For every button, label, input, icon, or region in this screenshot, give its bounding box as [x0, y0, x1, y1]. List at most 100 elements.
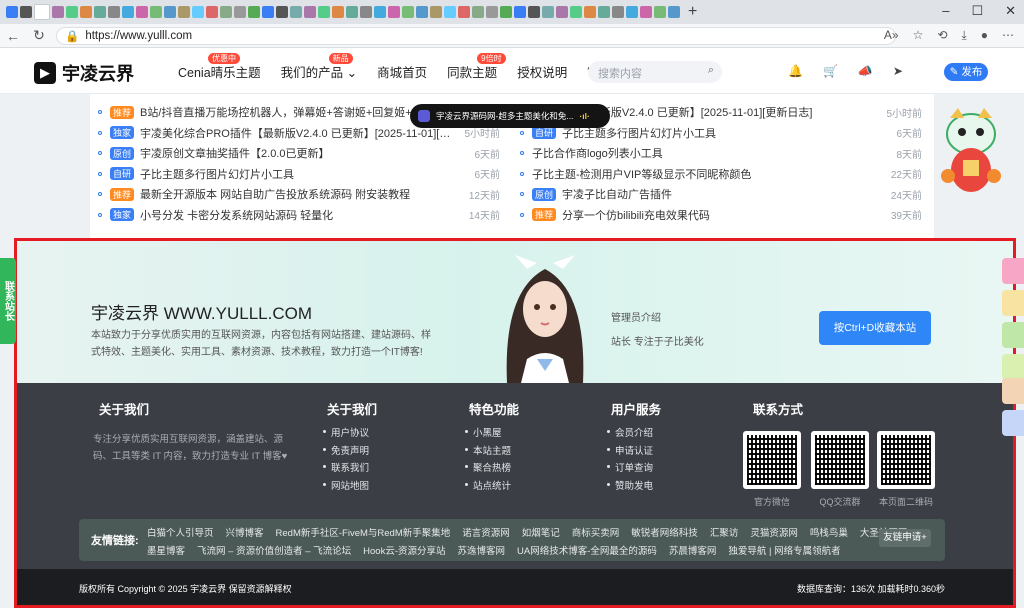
browser-tab[interactable] [192, 6, 204, 18]
browser-tab[interactable] [248, 6, 260, 18]
browser-tab-strip[interactable]: + [0, 0, 1024, 24]
post-title[interactable]: 宇凌子比自动广告插件 [562, 186, 885, 202]
contact-admin-side-button[interactable]: 联系站长 [0, 258, 16, 344]
browser-tab[interactable] [122, 6, 134, 18]
browser-tab[interactable] [318, 6, 330, 18]
browser-tab[interactable] [360, 6, 372, 18]
footer-link[interactable]: 会员介绍 [607, 425, 653, 443]
browser-tab[interactable] [388, 6, 400, 18]
nav-item-mall[interactable]: 商城首页 [377, 62, 427, 81]
minimize-button[interactable]: – [942, 3, 949, 19]
footer-link[interactable]: 免责声明 [323, 443, 369, 461]
browser-tab[interactable] [276, 6, 288, 18]
list-item[interactable]: 原创 宇凌子比自动广告插件 24天前 [520, 184, 922, 205]
footer-link[interactable]: 订单查询 [607, 460, 653, 478]
browser-tab[interactable] [486, 6, 498, 18]
bookmark-button[interactable]: 按Ctrl+D收藏本站 [819, 311, 931, 345]
browser-tab[interactable] [220, 6, 232, 18]
profile-icon[interactable]: ● [981, 28, 988, 43]
browser-tab[interactable] [612, 6, 624, 18]
nav-item-license[interactable]: 授权说明 [517, 62, 567, 81]
post-title[interactable]: 分享一个仿bilibili充电效果代码 [562, 207, 885, 223]
friend-link[interactable]: UA网络技术博客-全网最全的源码 [517, 543, 657, 557]
list-item[interactable]: 原创 宇凌原创文章抽奖插件【2.0.0已更新】 6天前 [98, 143, 500, 164]
music-toast[interactable]: 宇凌云界源码网-超多主题美化和免... ·ıl· [410, 104, 610, 128]
browser-tab[interactable] [556, 6, 568, 18]
browser-tab[interactable] [584, 6, 596, 18]
cart-icon[interactable]: 🛒 [823, 64, 838, 78]
footer-link[interactable]: 聚合热榜 [465, 460, 511, 478]
browser-tab[interactable] [598, 6, 610, 18]
browser-tab[interactable] [52, 6, 64, 18]
browser-tab[interactable] [108, 6, 120, 18]
friend-link[interactable]: 敏锐者网络科技 [631, 525, 698, 539]
browser-tab[interactable] [94, 6, 106, 18]
footer-link[interactable]: 赞助发电 [607, 478, 653, 496]
friend-link[interactable]: Hook云-资源分享站 [363, 543, 445, 557]
browser-tab[interactable] [178, 6, 190, 18]
download-icon[interactable]: ⤓ [961, 28, 966, 43]
browser-tab[interactable] [66, 6, 78, 18]
browser-tab[interactable] [500, 6, 512, 18]
post-title[interactable]: 最新全开源版本 网站自助广告投放系统源码 附安装教程 [140, 186, 463, 202]
friend-link[interactable]: 独爱导航 | 网络专属领航者 [728, 543, 840, 557]
browser-tab[interactable] [570, 6, 582, 18]
menu-icon[interactable]: ⋯ [1002, 28, 1014, 43]
list-item[interactable]: 推荐 分享一个仿bilibili充电效果代码 39天前 [520, 205, 922, 226]
side-float-button[interactable] [1002, 290, 1024, 316]
friend-link[interactable]: 白猫个人引导页 [147, 525, 214, 539]
publish-button[interactable]: ✎ 发布 [944, 63, 988, 81]
browser-tab[interactable] [346, 6, 358, 18]
side-float-button[interactable] [1002, 258, 1024, 284]
new-tab-button[interactable]: + [688, 3, 697, 21]
friend-link[interactable]: 鸣栈鸟巢 [810, 525, 848, 539]
post-title[interactable]: 子比合作商logo列表小工具 [532, 145, 890, 161]
friend-link[interactable]: 墨星博客 [147, 543, 185, 557]
friend-link[interactable]: 苏晨博客网 [669, 543, 717, 557]
browser-tab[interactable] [444, 6, 456, 18]
footer-link[interactable]: 联系我们 [323, 460, 369, 478]
browser-tab[interactable] [290, 6, 302, 18]
search-icon[interactable]: ⌕ [708, 64, 714, 77]
footer-link[interactable]: 用户协议 [323, 425, 369, 443]
nav-item-theme[interactable]: Cenia晴乐主题 优惠中 [178, 53, 261, 81]
site-logo[interactable]: ▶ 宇凌云界 [34, 60, 134, 86]
friend-link[interactable]: RedM新手社区-FiveM与RedM新手聚集地 [276, 525, 451, 539]
admin-title[interactable]: 管理员介绍 [611, 309, 661, 324]
browser-tab[interactable] [206, 6, 218, 18]
post-title[interactable]: 子比主题-检测用户VIP等级显示不同昵称颜色 [532, 166, 885, 182]
maximize-button[interactable]: ☐ [971, 3, 983, 19]
browser-tab[interactable] [402, 6, 414, 18]
side-float-button[interactable] [1002, 410, 1024, 436]
post-title[interactable]: 宇凌原创文章抽奖插件【2.0.0已更新】 [140, 145, 468, 161]
browser-tab[interactable] [332, 6, 344, 18]
post-title[interactable]: 小号分发 卡密分发系统网站源码 轻量化 [140, 207, 463, 223]
friend-link[interactable]: 飞流网 – 资源价值创造者 – 飞流论坛 [197, 543, 351, 557]
browser-tab[interactable] [640, 6, 652, 18]
side-float-button[interactable] [1002, 322, 1024, 348]
browser-tab[interactable] [654, 6, 666, 18]
close-button[interactable]: ✕ [1005, 3, 1016, 19]
browser-tab[interactable] [514, 6, 526, 18]
browser-tab[interactable] [262, 6, 274, 18]
nav-item-same-theme[interactable]: 同款主题 9倍时 [447, 53, 506, 81]
footer-link[interactable]: 小黑屋 [465, 425, 511, 443]
url-field[interactable]: 🔒 https://www.yulll.com [56, 27, 896, 45]
browser-tab[interactable] [6, 6, 18, 18]
side-float-button[interactable] [1002, 354, 1024, 380]
footer-link[interactable]: 网站地图 [323, 478, 369, 496]
reload-icon[interactable]: ↻ [26, 27, 52, 44]
side-float-button[interactable] [1002, 378, 1024, 404]
nav-item-products[interactable]: 我们的产品 新品 ⌄ [281, 53, 357, 81]
browser-tab[interactable] [430, 6, 442, 18]
friend-link[interactable]: 诺言资源网 [462, 525, 510, 539]
browser-tab[interactable] [374, 6, 386, 18]
browser-tab[interactable] [626, 6, 638, 18]
browser-tab[interactable] [416, 6, 428, 18]
post-title[interactable]: 子比主题多行图片幻灯片小工具 [562, 125, 890, 141]
footer-link[interactable]: 本站主题 [465, 443, 511, 461]
browser-tab[interactable] [458, 6, 470, 18]
list-item[interactable]: 推荐 最新全开源版本 网站自助广告投放系统源码 附安装教程 12天前 [98, 184, 500, 205]
list-item[interactable]: 子比合作商logo列表小工具 8天前 [520, 143, 922, 164]
browser-tab[interactable] [150, 6, 162, 18]
